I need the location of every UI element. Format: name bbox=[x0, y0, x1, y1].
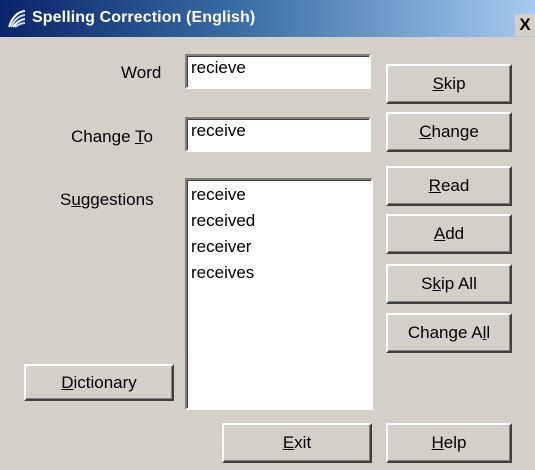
change-button-accesskey: C bbox=[419, 122, 432, 141]
dictionary-button[interactable]: Dictionary bbox=[24, 364, 174, 401]
suggestion-item[interactable]: receives bbox=[191, 260, 367, 286]
skip-button[interactable]: Skip bbox=[386, 64, 512, 104]
title-bar[interactable]: Spelling Correction (English) X bbox=[0, 0, 535, 37]
suggestion-item[interactable]: received bbox=[191, 208, 367, 234]
change-to-field[interactable]: receive bbox=[185, 117, 371, 152]
suggestions-label-text-end: ggestions bbox=[80, 190, 154, 209]
close-button[interactable]: X bbox=[515, 14, 535, 36]
read-button-accesskey: R bbox=[428, 176, 441, 195]
change-button[interactable]: Change bbox=[386, 112, 512, 152]
help-button-label: elp bbox=[443, 433, 467, 452]
suggestions-label: Suggestions bbox=[60, 190, 154, 210]
add-button-label: dd bbox=[445, 224, 465, 243]
add-button[interactable]: Add bbox=[386, 214, 512, 254]
suggestions-list[interactable]: receive received receiver receives bbox=[185, 178, 373, 410]
skip-button-label: kip bbox=[443, 74, 466, 93]
help-button-accesskey: H bbox=[431, 433, 444, 452]
change-to-label-text: Change bbox=[71, 127, 135, 146]
suggestions-label-text: S bbox=[60, 190, 72, 209]
dictionary-button-accesskey: D bbox=[61, 372, 74, 392]
change-all-button-label: Change A bbox=[407, 323, 483, 342]
help-button[interactable]: Help bbox=[386, 423, 512, 463]
change-to-label: Change To bbox=[71, 127, 153, 147]
suggestion-item[interactable]: receive bbox=[191, 182, 367, 208]
spelling-correction-dialog: Spelling Correction (English) X Word rec… bbox=[0, 0, 535, 470]
suggestion-item[interactable]: receiver bbox=[191, 234, 367, 260]
exit-button[interactable]: Exit bbox=[222, 423, 372, 463]
exit-button-label: xit bbox=[294, 433, 312, 452]
change-to-label-text-end: o bbox=[143, 127, 153, 146]
window-title: Spelling Correction (English) bbox=[32, 9, 256, 26]
suggestions-label-accesskey: u bbox=[71, 190, 81, 209]
read-button-label: ead bbox=[440, 176, 470, 195]
word-label: Word bbox=[121, 63, 162, 82]
skip-all-button-accesskey: k bbox=[432, 274, 441, 293]
change-button-label: hange bbox=[431, 122, 479, 141]
skip-all-button[interactable]: Sk ip All bbox=[386, 264, 512, 304]
read-button[interactable]: Read bbox=[386, 166, 512, 206]
word-field[interactable]: recieve bbox=[185, 54, 371, 89]
skip-all-button-label: S bbox=[421, 274, 433, 293]
skip-button-accesskey: S bbox=[432, 74, 444, 93]
close-icon: X bbox=[519, 15, 531, 34]
change-all-button-label-end: l bbox=[486, 323, 491, 342]
dictionary-button-label: ictionary bbox=[73, 372, 137, 392]
spelling-app-icon bbox=[8, 10, 26, 28]
exit-button-accesskey: E bbox=[282, 433, 295, 452]
add-button-accesskey: A bbox=[433, 224, 446, 243]
change-all-button[interactable]: Change All bbox=[386, 313, 512, 353]
skip-all-button-label-end: ip All bbox=[440, 274, 477, 293]
